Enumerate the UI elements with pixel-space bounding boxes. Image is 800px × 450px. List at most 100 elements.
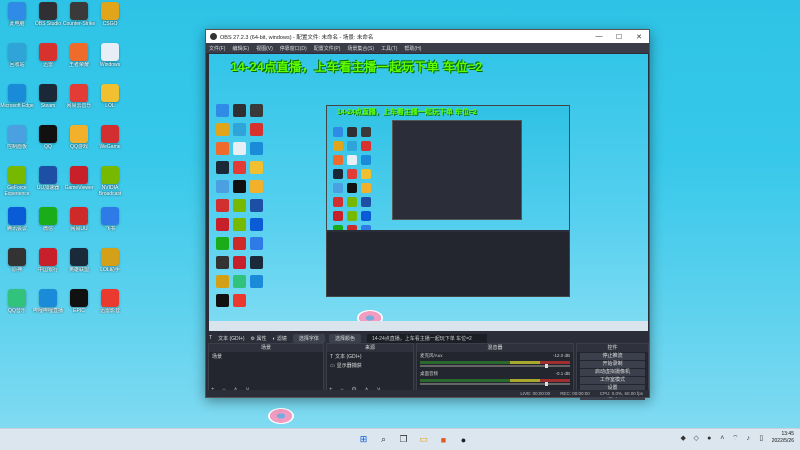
app-icon — [8, 166, 26, 184]
menu-docks[interactable]: 停靠窗口(D) — [280, 45, 307, 52]
speaker-icon[interactable]: ♪ — [744, 434, 753, 443]
source-item[interactable]: T 文本 (GDI+) — [327, 352, 413, 361]
app-icon — [39, 125, 57, 143]
desktop-icon[interactable]: Windows — [93, 43, 127, 83]
obs-titlebar[interactable]: OBS 27.2.3 (64-bit, windows) - 配置文件: 未命名… — [206, 30, 649, 43]
mixer-track: 桌面音频 -0.1 dB — [420, 371, 570, 376]
preview-icon — [216, 104, 229, 117]
maximize-icon[interactable]: ☐ — [609, 33, 629, 41]
preview-icon — [347, 155, 357, 165]
nested-obs-window — [392, 120, 522, 220]
tray-app-icon[interactable]: ◇ — [692, 434, 701, 443]
preview-icon — [333, 155, 343, 165]
preview-icon — [250, 199, 263, 212]
preview-icon — [361, 197, 371, 207]
preview-icon — [216, 161, 229, 174]
app-icon — [101, 2, 119, 20]
desktop-icon[interactable]: 飞书 — [93, 207, 127, 247]
source-item[interactable]: ▭ 显示器捕获 — [327, 361, 413, 370]
volume-slider[interactable] — [420, 382, 570, 386]
desktop-icon[interactable]: WeGame — [93, 125, 127, 165]
task-view-icon[interactable]: ❐ — [396, 432, 411, 447]
preview-icon — [333, 183, 343, 193]
preview-icon — [347, 169, 357, 179]
preview-icon — [250, 237, 263, 250]
preview-icon — [233, 142, 246, 155]
tray-app-icon[interactable]: ◆ — [679, 434, 688, 443]
obs-taskbar-icon[interactable]: ● — [456, 432, 471, 447]
preview-icon — [233, 161, 246, 174]
volume-meter — [420, 379, 570, 382]
clock[interactable]: 13:45 2022/5/26 — [772, 431, 794, 445]
app-icon[interactable]: ■ — [436, 432, 451, 447]
desktop-icon-label: WeGame — [99, 144, 121, 150]
preview-canvas[interactable]: 14-24点直播，上车看主播一起玩下单 车位=2 14-24点直播，上车看主播一… — [209, 54, 648, 331]
desktop-icon[interactable]: 迅雷影音 — [93, 289, 127, 329]
preview-icon — [216, 237, 229, 250]
app-icon — [39, 166, 57, 184]
preview-icon — [233, 237, 246, 250]
menu-help[interactable]: 帮助(H) — [404, 45, 421, 52]
app-icon — [70, 2, 88, 20]
tray-app-icon[interactable]: ● — [705, 434, 714, 443]
preview-icon — [347, 211, 357, 221]
filters-button[interactable]: ◐ 滤镜 — [272, 335, 286, 342]
menu-view[interactable]: 视图(V) — [256, 45, 273, 52]
obs-logo-icon — [210, 33, 217, 40]
preview-icon — [347, 141, 357, 151]
desktop-icon-label: 飞书 — [104, 226, 115, 232]
app-icon — [70, 207, 88, 225]
menu-edit[interactable]: 编辑(E) — [232, 45, 249, 52]
text-field[interactable]: 14-24点直播，上车看主播一起玩下单 车位=2 — [366, 333, 487, 343]
app-icon — [101, 166, 119, 184]
app-icon — [70, 166, 88, 184]
app-icon — [8, 289, 26, 307]
preview-icon — [233, 199, 246, 212]
virtual-camera-button[interactable]: 启动虚拟摄像机 — [580, 369, 645, 376]
app-icon — [39, 84, 57, 102]
app-icon — [70, 43, 88, 61]
desktop-icon[interactable]: CSGO — [93, 2, 127, 42]
obs-window[interactable]: OBS 27.2.3 (64-bit, windows) - 配置文件: 未命名… — [205, 29, 650, 400]
desktop-icon[interactable]: LOL助手 — [93, 248, 127, 288]
start-recording-button[interactable]: 开始录制 — [580, 361, 645, 368]
scene-item[interactable]: 场景 — [209, 352, 323, 361]
menu-profile[interactable]: 配置文件(P) — [314, 45, 341, 52]
docks: 场景 场景 + − ∧ ∨ 来源 T文本 (GDI+) ▭显示器捕获 + − ⚙… — [208, 343, 649, 400]
start-icon[interactable]: ⊞ — [356, 432, 371, 447]
explorer-icon[interactable]: ▭ — [416, 432, 431, 447]
preview-icon — [361, 225, 371, 230]
preview-icon — [233, 275, 246, 288]
volume-meter — [420, 361, 570, 364]
select-font-button[interactable]: 选择字体 — [292, 333, 325, 343]
search-icon[interactable]: ⌕ — [376, 432, 391, 447]
properties-button[interactable]: ⚙ 属性 — [251, 335, 267, 342]
menu-file[interactable]: 文件(F) — [209, 45, 225, 52]
minimize-icon[interactable]: — — [589, 33, 609, 41]
studio-mode-button[interactable]: 工作室模式 — [580, 377, 645, 384]
app-icon — [70, 248, 88, 266]
volume-slider[interactable] — [420, 364, 570, 368]
menu-tools[interactable]: 工具(T) — [381, 45, 397, 52]
preview-icon — [216, 123, 229, 136]
close-icon[interactable]: ✕ — [629, 33, 649, 41]
chevron-up-icon[interactable]: ˄ — [718, 434, 727, 443]
preview-icon — [347, 127, 357, 137]
desktop-icon[interactable]: LOL — [93, 84, 127, 124]
stop-streaming-button[interactable]: 停止推流 — [580, 353, 645, 360]
preview-icon — [233, 218, 246, 231]
battery-icon[interactable]: ▯ — [757, 434, 766, 443]
preview-icon — [233, 123, 246, 136]
desktop-icon[interactable]: NVIDIA Broadcast — [93, 166, 127, 206]
controls-header: 控件 — [577, 344, 648, 352]
preview-icon — [361, 169, 371, 179]
text-icon: T — [330, 353, 334, 360]
desktop-icon-label: Windows — [99, 62, 121, 68]
menu-scene-collection[interactable]: 场景集合(S) — [347, 45, 374, 52]
network-icon[interactable]: ⌔ — [731, 434, 740, 443]
preview-icon — [233, 180, 246, 193]
preview-icon — [333, 211, 343, 221]
select-color-button[interactable]: 选择颜色 — [328, 333, 361, 343]
app-icon — [39, 2, 57, 20]
preview-icon — [216, 294, 229, 307]
